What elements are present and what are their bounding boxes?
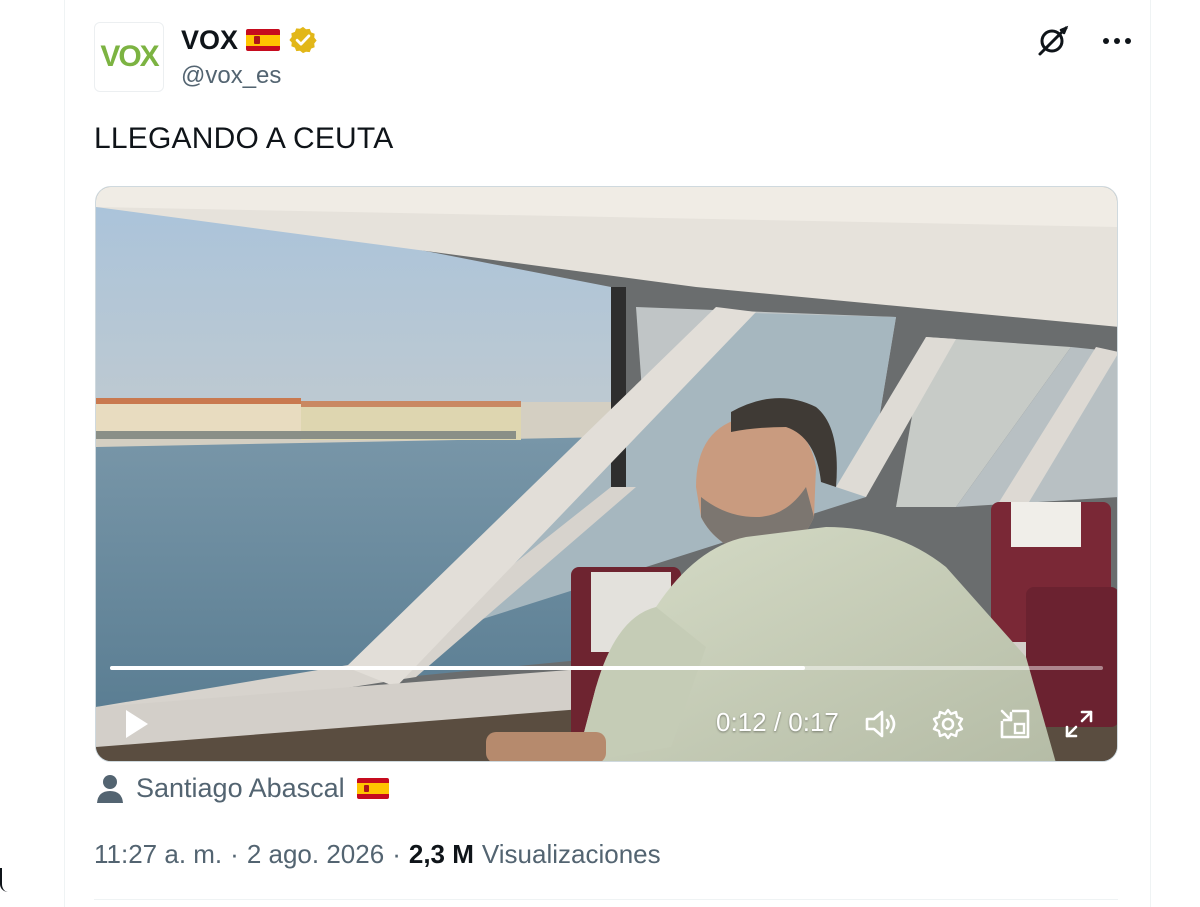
spain-flag-icon bbox=[246, 29, 281, 51]
video-player[interactable]: 0:12 / 0:17 bbox=[95, 186, 1118, 762]
tagged-user-name[interactable]: Santiago Abascal bbox=[136, 773, 345, 804]
author-display-name[interactable]: VOX bbox=[181, 25, 238, 56]
author-handle[interactable]: @vox_es bbox=[181, 62, 281, 90]
video-progress-fill bbox=[110, 666, 806, 670]
video-frame bbox=[96, 187, 1117, 761]
meta-separator: · bbox=[230, 839, 239, 869]
tweet-meta: 11:27 a. m. · 2 ago. 2026 · 2,3 M Visual… bbox=[94, 839, 661, 870]
fullscreen-icon[interactable] bbox=[1060, 705, 1098, 743]
avatar-logo-text: VOX bbox=[100, 40, 159, 73]
tweet-bottom-divider bbox=[94, 899, 1118, 900]
spain-flag-icon bbox=[356, 778, 389, 799]
views-count: 2,3 M bbox=[408, 839, 474, 869]
views-label: Visualizaciones bbox=[481, 839, 661, 869]
timeline-right-border bbox=[1150, 0, 1151, 907]
settings-gear-icon[interactable] bbox=[929, 705, 967, 743]
author-avatar[interactable]: VOX bbox=[94, 22, 164, 92]
person-icon bbox=[97, 774, 123, 803]
video-progress-bar[interactable] bbox=[110, 666, 1103, 670]
volume-icon[interactable] bbox=[863, 705, 901, 743]
tweet-text: LLEGANDO A CEUTA bbox=[94, 122, 394, 155]
meta-separator: · bbox=[392, 839, 401, 869]
tagged-user[interactable]: Santiago Abascal bbox=[96, 773, 389, 804]
video-time-display: 0:12 / 0:17 bbox=[716, 707, 839, 737]
grok-icon[interactable] bbox=[1034, 22, 1072, 60]
author-name-row[interactable]: VOX bbox=[181, 22, 318, 58]
tweet-time[interactable]: 11:27 a. m. bbox=[94, 839, 222, 870]
tweet-top-actions bbox=[1034, 22, 1136, 60]
play-icon[interactable] bbox=[122, 707, 152, 741]
picture-in-picture-icon[interactable] bbox=[996, 705, 1034, 743]
page-edge-mark bbox=[0, 868, 8, 892]
tweet-date[interactable]: 2 ago. 2026 bbox=[247, 839, 384, 870]
gold-verified-badge-icon[interactable] bbox=[288, 25, 318, 55]
timeline-left-border bbox=[64, 0, 65, 907]
more-options-icon[interactable] bbox=[1098, 22, 1136, 60]
